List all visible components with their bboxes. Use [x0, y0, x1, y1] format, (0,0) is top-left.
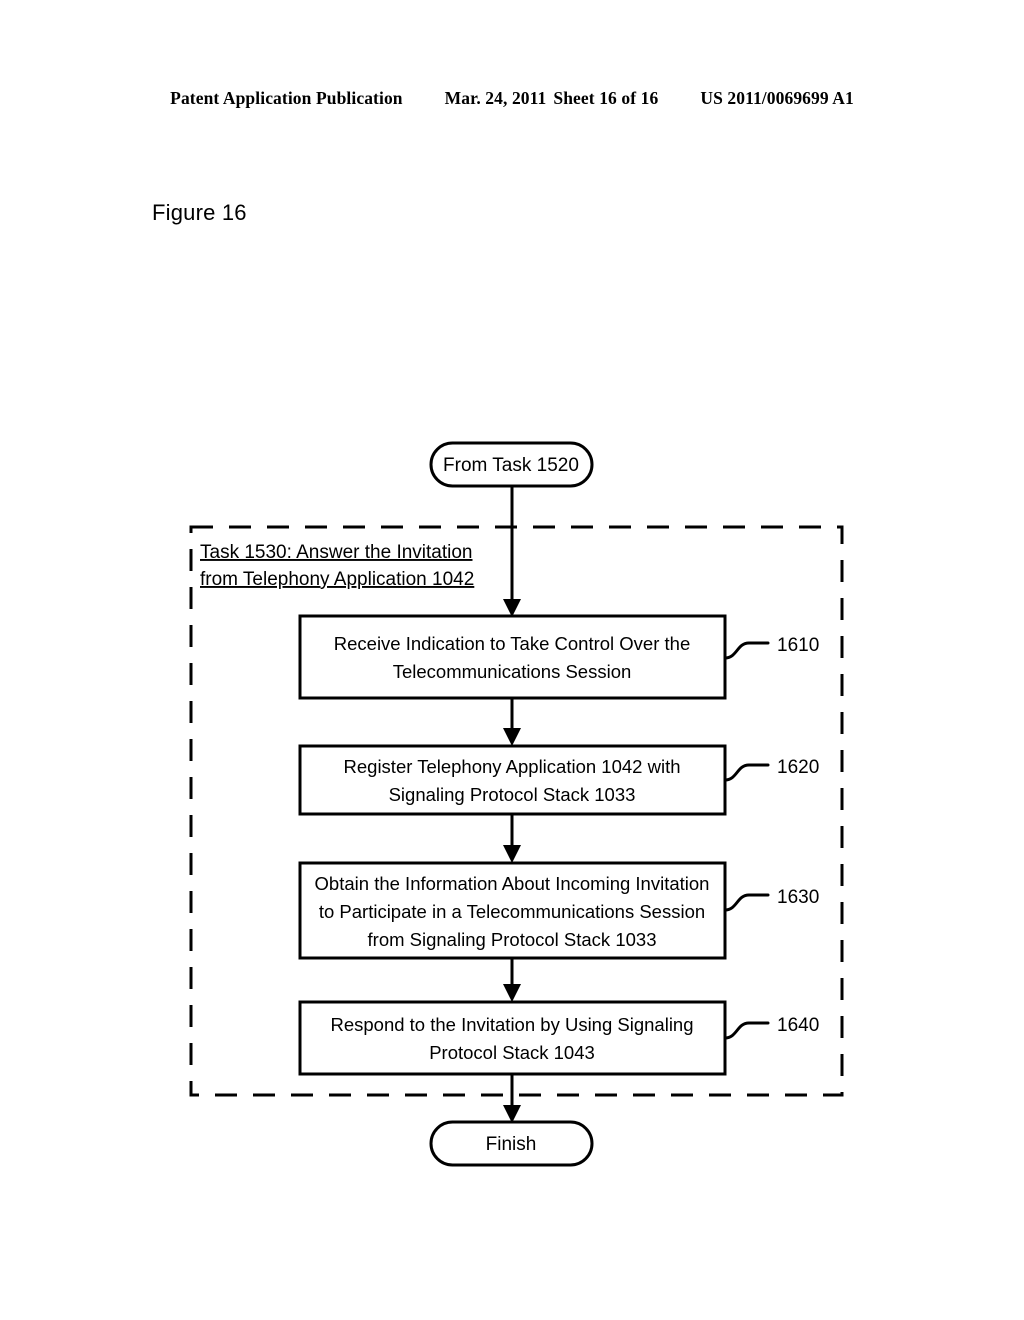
process-box-1640-line-1: Respond to the Invitation by Using Signa… — [330, 1014, 693, 1035]
arrowhead-start-to-step1 — [503, 599, 521, 617]
process-box-1610-line-1: Receive Indication to Take Control Over … — [334, 633, 691, 654]
reference-numeral-1620: 1620 — [777, 757, 819, 778]
reference-numeral-1640: 1640 — [777, 1015, 819, 1036]
flowchart-diagram: Task 1530: Answer the Invitation from Te… — [189, 441, 844, 1167]
process-box-1620-line-2: Signaling Protocol Stack 1033 — [389, 784, 636, 805]
leader-line-1630 — [723, 893, 770, 912]
arrowhead-step2-to-step3 — [503, 845, 521, 863]
leader-line-1620 — [723, 763, 770, 782]
process-box-1640-line-2: Protocol Stack 1043 — [429, 1042, 595, 1063]
process-box-1610-line-2: Telecommunications Session — [393, 661, 632, 682]
process-box-1620-line-1: Register Telephony Application 1042 with — [344, 756, 681, 777]
leader-line-1640 — [723, 1021, 770, 1040]
process-box-1610 — [298, 614, 727, 700]
process-box-1640 — [298, 1000, 727, 1076]
start-terminal-label: From Task 1520 — [443, 455, 579, 476]
process-box-1630-line-1: Obtain the Information About Incoming In… — [315, 873, 710, 894]
process-box-1630-line-2: to Participate in a Telecommunications S… — [319, 901, 705, 922]
arrowhead-step1-to-step2 — [503, 728, 521, 746]
arrowhead-step3-to-step4 — [503, 984, 521, 1002]
leader-line-1610 — [723, 641, 770, 660]
process-box-1630-line-3: from Signaling Protocol Stack 1033 — [368, 929, 657, 950]
task-group-title-line-2: from Telephony Application 1042 — [200, 569, 474, 590]
arrowhead-step4-to-finish — [503, 1105, 521, 1123]
reference-numeral-1630: 1630 — [777, 887, 819, 908]
finish-terminal-label: Finish — [486, 1134, 537, 1155]
reference-numeral-1610: 1610 — [777, 635, 819, 656]
task-group-title-line-1: Task 1530: Answer the Invitation — [200, 542, 473, 563]
